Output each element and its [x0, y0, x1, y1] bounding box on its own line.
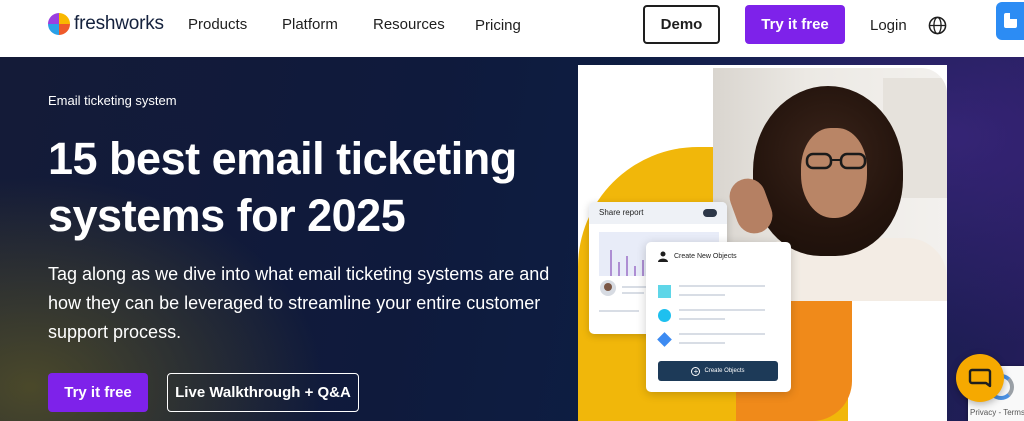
demo-button[interactable]: Demo [643, 5, 720, 44]
hero-headline: 15 best email ticketing systems for 2025 [48, 133, 517, 241]
circle-shape-icon [658, 309, 671, 322]
freshworks-logo-icon [48, 13, 70, 35]
plus-icon: + [691, 366, 701, 376]
nav-products[interactable]: Products [188, 16, 247, 33]
avatar [600, 280, 616, 296]
logo-text: freshworks [74, 13, 164, 34]
freshworks-logo[interactable]: freshworks [48, 13, 164, 35]
nav-pricing[interactable]: Pricing [475, 17, 521, 34]
live-walkthrough-button[interactable]: Live Walkthrough + Q&A [167, 373, 359, 412]
hero-section: Email ticketing system 15 best email tic… [0, 57, 1024, 421]
recaptcha-text: Privacy - Terms [970, 408, 1024, 417]
create-objects-card: Create New Objects + Create Objects [646, 242, 791, 392]
create-objects-button: + Create Objects [658, 361, 778, 381]
nav-resources[interactable]: Resources [373, 16, 445, 33]
hero-illustration: Share report Create New Objects + Create… [578, 65, 947, 421]
globe-icon[interactable] [928, 16, 947, 35]
top-navigation-bar: freshworks Products Platform Resources P… [0, 0, 1024, 57]
square-shape-icon [658, 285, 671, 298]
hero-subtext: Tag along as we dive into what email tic… [48, 264, 550, 342]
toggle-switch [703, 209, 717, 217]
share-report-title: Share report [599, 208, 644, 217]
feedback-widget-tab[interactable] [996, 2, 1024, 40]
create-objects-label: Create Objects [704, 368, 745, 374]
create-objects-title: Create New Objects [674, 253, 737, 260]
person-icon [658, 251, 668, 262]
hero-try-free-button[interactable]: Try it free [48, 373, 148, 412]
nav-platform[interactable]: Platform [282, 16, 338, 33]
chat-bubble-icon [968, 368, 992, 388]
diamond-shape-icon [657, 332, 672, 347]
chat-widget-button[interactable] [956, 354, 1004, 402]
login-link[interactable]: Login [870, 17, 907, 34]
header-try-free-button[interactable]: Try it free [745, 5, 845, 44]
hero-eyebrow: Email ticketing system [48, 93, 177, 108]
